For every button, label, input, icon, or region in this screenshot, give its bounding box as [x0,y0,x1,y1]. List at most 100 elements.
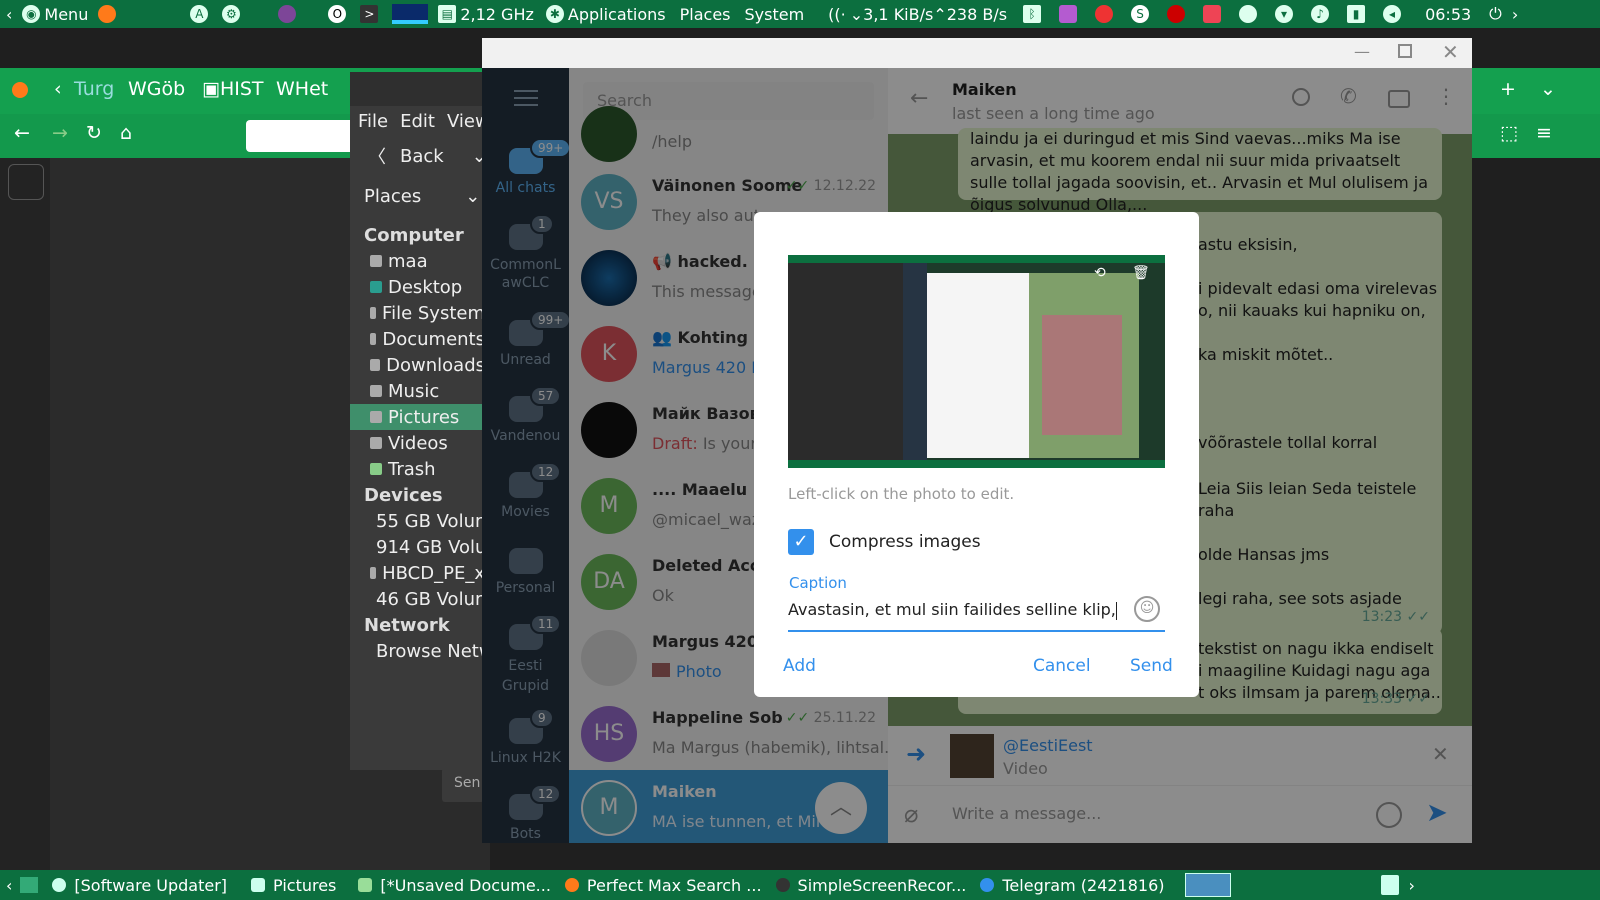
send-button[interactable]: Send [1130,656,1173,676]
home-icon[interactable]: ⌂ [120,122,132,144]
show-desktop-icon[interactable] [20,877,39,893]
close-icon[interactable]: ✕ [1442,40,1459,64]
system-menu[interactable]: System [745,5,805,24]
trash-tray-icon[interactable] [1380,875,1399,895]
caption-input[interactable]: Avastasin, et mul siin failides selline … [788,598,1165,632]
firefox-view-icon[interactable] [12,82,28,98]
applications-menu[interactable]: ✱ Applications [545,5,666,24]
fm-item-trash[interactable]: Trash [350,456,485,482]
fm-item-music[interactable]: Music [350,378,485,404]
clock[interactable]: 06:53 [1425,5,1471,24]
tab-scroll-left-icon[interactable]: ‹ [54,78,62,100]
chevron-down-icon: ⌄ [465,185,481,207]
fm-item-videos[interactable]: Videos [350,430,485,456]
task-screen-recorder[interactable]: SimpleScreenRecor... [775,876,966,895]
shield-icon [1239,5,1258,23]
fm-device-1[interactable]: 55 GB Volume [350,508,504,534]
firefox-sidebar [0,158,50,870]
places-menu[interactable]: Places [680,5,731,24]
task-pictures[interactable]: Pictures [251,876,336,895]
forward-arrow-icon[interactable]: → [52,122,68,144]
task-firefox[interactable]: Perfect Max Search ... [564,876,762,895]
tray-icons[interactable]: ᛒ S ▾ ♪ ▮ ◂ [1023,5,1405,23]
photo-preview[interactable]: ⟲ 🗑 [788,255,1165,468]
fm-bottom-fragment: Sen [442,768,484,802]
fm-back-button[interactable]: 〈 Back ⌄ [350,136,487,176]
hamburger-menu-icon[interactable]: ≡ [1536,122,1552,144]
screenshot-icon [1203,5,1222,23]
maximize-icon[interactable] [1398,44,1412,58]
delete-photo-icon[interactable]: 🗑 [1132,265,1150,281]
menu-button[interactable]: ◉ Menu [22,5,88,24]
telegram-titlebar: — ✕ [482,38,1472,68]
wifi-tray-icon: ▾ [1275,5,1294,23]
power-icon[interactable]: ⏻ [1489,4,1502,24]
fm-device-2[interactable]: 914 GB Volume [350,534,515,560]
fm-item-desktop[interactable]: Desktop [350,274,485,300]
firefox-tab-bar-right: + ⌄ [1470,68,1600,114]
settings-icon[interactable]: ⚙ [222,5,244,23]
drive-icon [370,567,377,579]
fm-places-dropdown[interactable]: Places ⌄ [350,176,485,216]
new-tab-icon[interactable]: + [1500,78,1516,100]
opera-icon[interactable]: O [328,5,350,23]
firefox-nav-bar-right: ⬚ ≡ [1470,114,1600,158]
fm-item-filesystem[interactable]: File System [350,300,485,326]
edit-photo-icon[interactable]: ⟲ [1094,265,1106,281]
compress-label[interactable]: Compress images [829,532,981,552]
battery-icon: ▮ [1347,5,1366,23]
tab-3[interactable]: ▣ HIST [202,78,264,100]
cancel-button[interactable]: Cancel [1033,656,1091,676]
fm-browse-network[interactable]: Browse Network [350,638,522,664]
chevron-left-icon: 〈 [368,147,386,168]
taskbar-right-arrow-icon[interactable]: › [1409,876,1415,895]
volume-icon: ◂ [1383,5,1402,23]
fm-section-network: Network [364,614,450,636]
skype-icon: S [1131,5,1150,23]
reload-icon[interactable]: ↻ [86,122,102,144]
folder-icon [370,437,382,449]
fm-item-pictures[interactable]: Pictures [350,404,485,430]
tab-1[interactable]: Turg [74,78,114,100]
taskbar: ‹ [Software Updater] Pictures [*Unsaved … [0,870,1600,900]
record-icon [1167,5,1186,23]
panel-right-arrow-icon[interactable]: › [1512,5,1518,24]
sidebar-toggle-icon[interactable] [8,164,44,200]
panel-left-arrow-icon[interactable]: ‹ [6,5,12,24]
back-arrow-icon[interactable]: ← [14,122,30,144]
extensions-icon[interactable]: ⬚ [1500,122,1518,144]
mint-logo-icon: ◉ [22,5,41,23]
fm-menu-file[interactable]: File [358,111,388,132]
compress-checkbox[interactable]: ✓ [788,529,814,555]
fm-menu-edit[interactable]: Edit [400,111,435,132]
network-speed: ((· ⌄ 3,1 KiB/s ⌃ 238 B/s [828,4,1008,24]
tray-app-icon [1059,5,1078,23]
tor-icon[interactable] [278,5,300,23]
fm-device-3[interactable]: HBCD_PE_x [350,560,485,586]
tab-list-icon[interactable]: ⌄ [1540,78,1556,100]
fm-item-home[interactable]: maa [350,248,485,274]
terminal-icon[interactable]: > [360,5,382,23]
minimize-icon[interactable]: — [1354,42,1370,61]
fm-section-computer: Computer [364,224,464,246]
fm-device-4[interactable]: 46 GB Volume [350,586,504,612]
firefox-launcher-icon[interactable] [98,5,120,23]
bell-icon: ♪ [1311,5,1330,23]
cpu-frequency: ▤ 2,12 GHz [438,5,534,24]
wifi-icon: ((· [828,4,846,24]
fm-section-devices: Devices [364,484,443,506]
tab-4[interactable]: W Het [276,78,328,100]
tab-2[interactable]: W Göb [128,78,185,100]
fm-item-downloads[interactable]: Downloads [350,352,485,378]
taskbar-left-arrow-icon[interactable]: ‹ [6,876,12,895]
bluetooth-icon: ᛒ [1023,5,1042,23]
trash-icon [370,463,382,475]
task-text-editor[interactable]: [*Unsaved Docume... [358,876,551,895]
accessibility-icon[interactable]: A [190,5,212,23]
fm-item-documents[interactable]: Documents [350,326,485,352]
add-button[interactable]: Add [783,656,816,676]
task-software-updater[interactable]: [Software Updater] [52,876,227,895]
emoji-icon[interactable]: ☺ [1134,596,1160,622]
task-telegram[interactable]: Telegram (2421816) [980,876,1165,895]
workspace-switcher[interactable] [1184,873,1231,897]
